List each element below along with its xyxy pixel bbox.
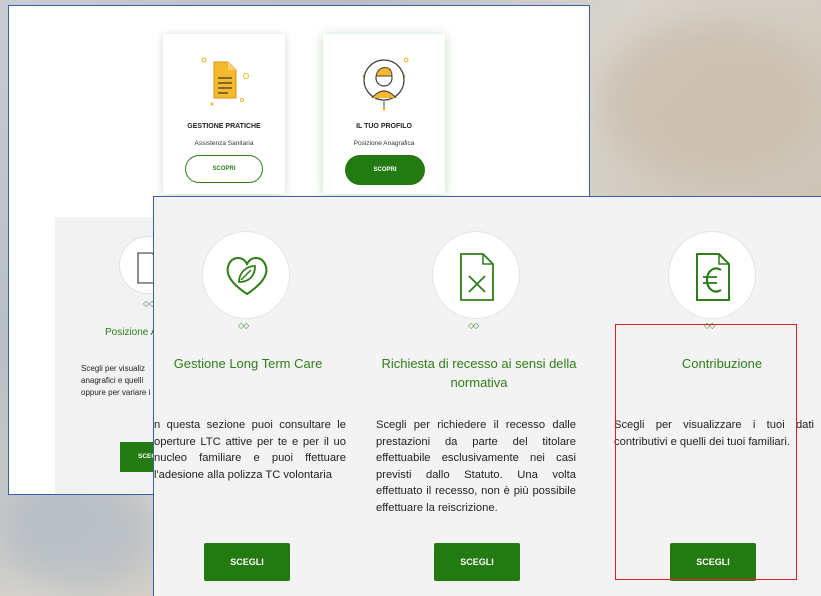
user-profile-icon [362,57,409,111]
service-ltc: ◇◇ Gestione Long Term Care n questa sezi… [154,197,384,596]
service-icon-circle [202,231,290,319]
service-title: Contribuzione [681,356,763,371]
service-title: Gestione Long Term Care [173,356,323,371]
service-recesso: ◇◇ Richiesta di recesso ai sensi della n… [374,197,604,596]
card-gestione-pratiche[interactable]: GESTIONE PRATICHE Assistenza Sanitaria S… [163,34,285,194]
service-title: Richiesta di recesso ai sensi della norm… [381,356,577,390]
service-contribuzione: ◇◇ Contribuzione Scegli per visualizzare… [612,197,821,596]
scegli-button[interactable]: SCEGLI [670,543,756,581]
card-subtitle: Assistenza Sanitaria [194,140,254,147]
service-icon-circle [432,231,520,319]
scopri-button[interactable]: SCOPRI [345,155,425,185]
scopri-button[interactable]: SCOPRI [185,155,263,183]
scegli-button[interactable]: SCEGLI [204,543,290,581]
service-description: n questa sezione puoi consultare le oper… [154,419,346,481]
service-title: Posizione A [105,327,158,338]
decoration-diamonds: ◇◇ [238,321,249,330]
service-description: Scegli per richiedere il recesso dalle p… [376,419,576,514]
decoration-diamonds: ◇◇ [468,321,479,330]
card-il-tuo-profilo[interactable]: IL TUO PROFILO Posizione Anagrafica SCOP… [323,34,445,194]
service-description: Scegli per visualizzare i tuoi dati cont… [614,419,814,448]
document-icon [201,57,249,106]
document-euro-icon [696,253,730,301]
card-title: IL TUO PROFILO [356,123,412,130]
heart-leaf-icon [226,257,268,296]
scegli-button[interactable]: SCEGLI [434,543,520,581]
foreground-window: ◇◇ Gestione Long Term Care n questa sezi… [153,196,821,596]
decoration-diamonds: ◇◇ [704,321,715,330]
card-title: GESTIONE PRATICHE [187,123,261,130]
service-icon-circle [668,231,756,319]
card-subtitle: Posizione Anagrafica [353,140,415,147]
document-cross-icon [460,253,494,301]
